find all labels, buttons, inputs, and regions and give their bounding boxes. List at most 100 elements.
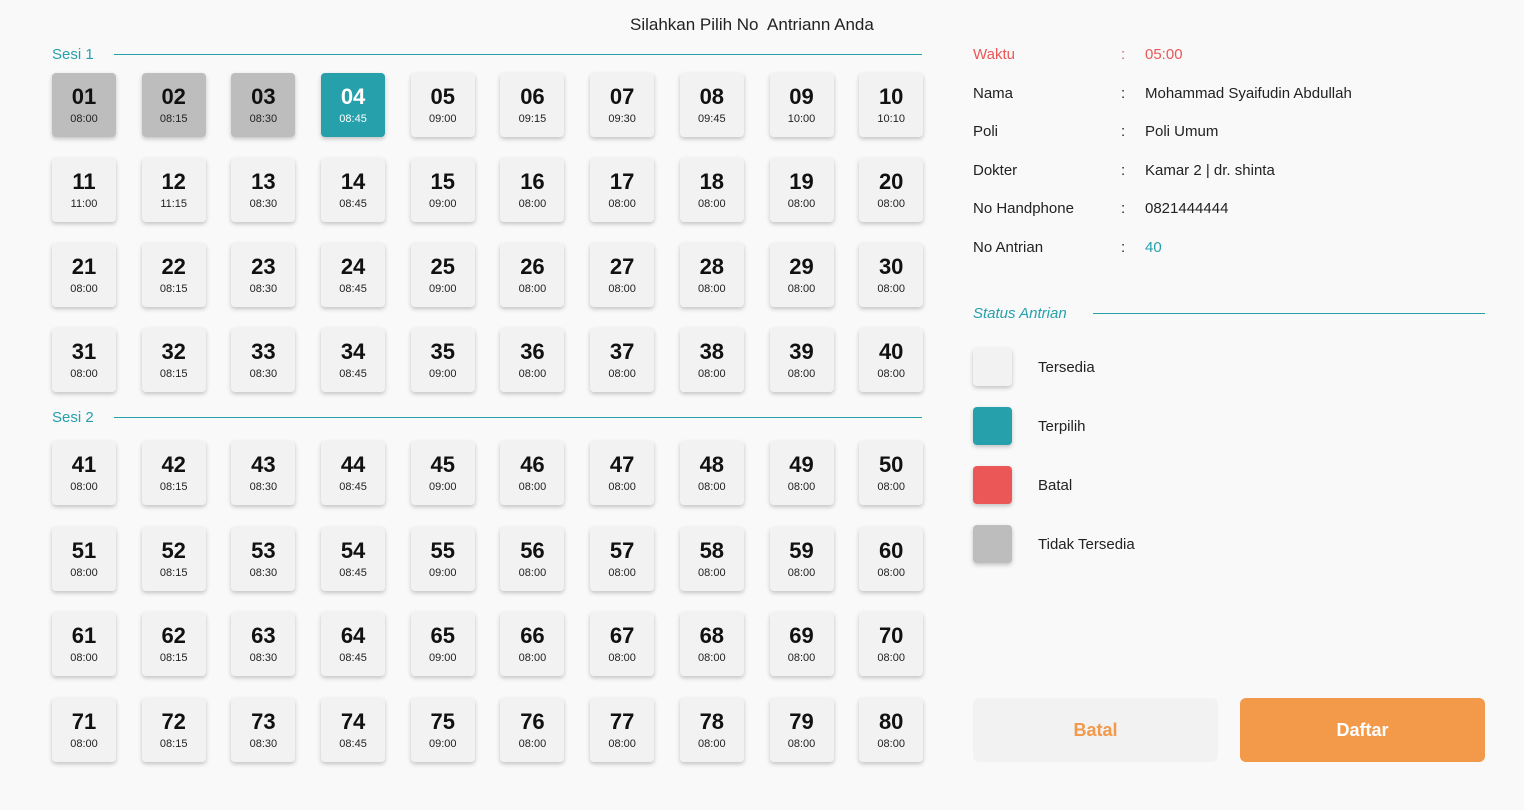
queue-slot-79[interactable]: 79 08:00 (769, 697, 834, 762)
queue-slot-38[interactable]: 38 08:00 (679, 328, 744, 392)
legend-label: Tidak Tersedia (1038, 535, 1135, 553)
slot-number: 51 (71, 537, 97, 563)
queue-slot-21[interactable]: 21 08:00 (52, 243, 116, 307)
queue-slot-42[interactable]: 42 08:15 (141, 441, 206, 505)
queue-slot-65[interactable]: 65 09:00 (410, 612, 475, 676)
queue-slot-46[interactable]: 46 08:00 (500, 441, 565, 505)
queue-slot-35[interactable]: 35 09:00 (410, 328, 475, 392)
info-label: No Handphone (973, 200, 1074, 217)
queue-slot-69[interactable]: 69 08:00 (769, 612, 834, 676)
queue-slot-26[interactable]: 26 08:00 (500, 243, 565, 307)
queue-slot-33[interactable]: 33 08:30 (231, 328, 296, 392)
slot-number: 12 (161, 169, 186, 194)
queue-slot-76[interactable]: 76 08:00 (500, 697, 565, 762)
legend-label: Tersedia (1038, 358, 1095, 376)
queue-slot-68[interactable]: 68 08:00 (679, 612, 744, 676)
queue-slot-48[interactable]: 48 08:00 (679, 441, 744, 505)
queue-slot-41[interactable]: 41 08:00 (52, 441, 116, 505)
queue-slot-57[interactable]: 57 08:00 (590, 526, 655, 591)
queue-slot-44[interactable]: 44 08:45 (321, 441, 386, 505)
queue-slot-78[interactable]: 78 08:00 (679, 697, 744, 762)
queue-slot-40[interactable]: 40 08:00 (859, 328, 924, 392)
slot-number: 44 (340, 452, 366, 477)
queue-slot-67[interactable]: 67 08:00 (590, 612, 655, 676)
queue-slot-64[interactable]: 64 08:45 (321, 612, 386, 676)
queue-slot-16[interactable]: 16 08:00 (500, 158, 565, 222)
queue-slot-50[interactable]: 50 08:00 (859, 441, 924, 505)
queue-slot-54[interactable]: 54 08:45 (321, 526, 386, 591)
queue-slot-23[interactable]: 23 08:30 (231, 243, 296, 307)
queue-slot-25[interactable]: 25 09:00 (410, 243, 475, 307)
slot-number: 27 (609, 254, 635, 279)
queue-slot-37[interactable]: 37 08:00 (590, 328, 655, 392)
queue-slot-24[interactable]: 24 08:45 (321, 243, 386, 307)
queue-slot-15[interactable]: 15 09:00 (410, 158, 475, 222)
queue-slot-72[interactable]: 72 08:15 (141, 697, 206, 762)
cancel-button[interactable]: Batal (973, 698, 1218, 762)
info-label: Poli (973, 123, 999, 140)
queue-slot-45[interactable]: 45 09:00 (410, 441, 475, 505)
queue-slot-39[interactable]: 39 08:00 (769, 328, 834, 392)
queue-slot-09[interactable]: 09 10:00 (769, 73, 834, 137)
queue-slot-18[interactable]: 18 08:00 (679, 158, 744, 222)
queue-slot-80[interactable]: 80 08:00 (859, 697, 924, 762)
queue-slot-28[interactable]: 28 08:00 (679, 243, 744, 307)
queue-slot-58[interactable]: 58 08:00 (679, 526, 744, 591)
queue-slot-61[interactable]: 61 08:00 (52, 612, 116, 676)
queue-slot-32[interactable]: 32 08:15 (141, 328, 206, 392)
queue-slot-29[interactable]: 29 08:00 (769, 243, 834, 307)
queue-slot-71[interactable]: 71 08:00 (52, 697, 116, 762)
queue-slot-34[interactable]: 34 08:45 (321, 328, 386, 392)
queue-slot-04[interactable]: 04 08:45 (321, 73, 386, 137)
queue-slot-62[interactable]: 62 08:15 (141, 612, 206, 676)
queue-slot-12[interactable]: 12 11:15 (141, 158, 206, 222)
queue-slot-30[interactable]: 30 08:00 (859, 243, 924, 307)
slot-number: 19 (789, 169, 814, 194)
queue-slot-20[interactable]: 20 08:00 (859, 158, 924, 222)
queue-slot-66[interactable]: 66 08:00 (500, 612, 565, 676)
queue-slot-60[interactable]: 60 08:00 (859, 526, 924, 591)
slot-time: 08:15 (159, 737, 188, 750)
slot-number: 34 (340, 339, 366, 364)
queue-slot-77[interactable]: 77 08:00 (590, 697, 655, 762)
queue-slot-11[interactable]: 11 11:00 (52, 158, 116, 222)
queue-slot-22[interactable]: 22 08:15 (141, 243, 206, 307)
queue-slot-74[interactable]: 74 08:45 (321, 697, 386, 762)
queue-slot-43[interactable]: 43 08:30 (231, 441, 296, 505)
divider (113, 54, 922, 55)
queue-slot-06[interactable]: 06 09:15 (500, 73, 565, 137)
queue-slot-10[interactable]: 10 10:10 (859, 73, 924, 137)
queue-slot-36[interactable]: 36 08:00 (500, 328, 565, 392)
slot-number: 31 (71, 339, 97, 364)
queue-slot-75[interactable]: 75 09:00 (410, 697, 475, 762)
queue-slot-17[interactable]: 17 08:00 (590, 158, 655, 222)
queue-slot-55[interactable]: 55 09:00 (410, 526, 475, 591)
slot-time: 08:00 (877, 481, 905, 493)
slot-number: 80 (878, 708, 904, 734)
queue-slot-59[interactable]: 59 08:00 (769, 526, 834, 591)
queue-slot-63[interactable]: 63 08:30 (231, 612, 296, 676)
queue-slot-49[interactable]: 49 08:00 (769, 441, 834, 505)
info-value: 0821444444 (1145, 200, 1229, 217)
slot-time: 08:00 (698, 566, 726, 579)
queue-slot-52[interactable]: 52 08:15 (141, 526, 206, 591)
queue-slot-47[interactable]: 47 08:00 (590, 441, 655, 505)
queue-slot-73[interactable]: 73 08:30 (231, 697, 296, 762)
queue-slot-08[interactable]: 08 09:45 (679, 73, 744, 137)
queue-slot-51[interactable]: 51 08:00 (52, 526, 116, 591)
queue-slot-56[interactable]: 56 08:00 (500, 526, 565, 591)
slot-time: 08:15 (159, 566, 188, 579)
queue-slot-27[interactable]: 27 08:00 (590, 243, 655, 307)
queue-slot-53[interactable]: 53 08:30 (231, 526, 296, 591)
legend-swatch (973, 407, 1012, 445)
slot-number: 66 (520, 623, 545, 648)
queue-slot-19[interactable]: 19 08:00 (769, 158, 834, 222)
queue-slot-05[interactable]: 05 09:00 (410, 73, 475, 137)
register-button[interactable]: Daftar (1240, 698, 1485, 762)
queue-slot-31[interactable]: 31 08:00 (52, 328, 116, 392)
queue-slot-07[interactable]: 07 09:30 (590, 73, 655, 137)
slot-number: 37 (609, 339, 635, 364)
queue-slot-13[interactable]: 13 08:30 (231, 158, 296, 222)
queue-slot-14[interactable]: 14 08:45 (321, 158, 386, 222)
queue-slot-70[interactable]: 70 08:00 (859, 612, 924, 676)
